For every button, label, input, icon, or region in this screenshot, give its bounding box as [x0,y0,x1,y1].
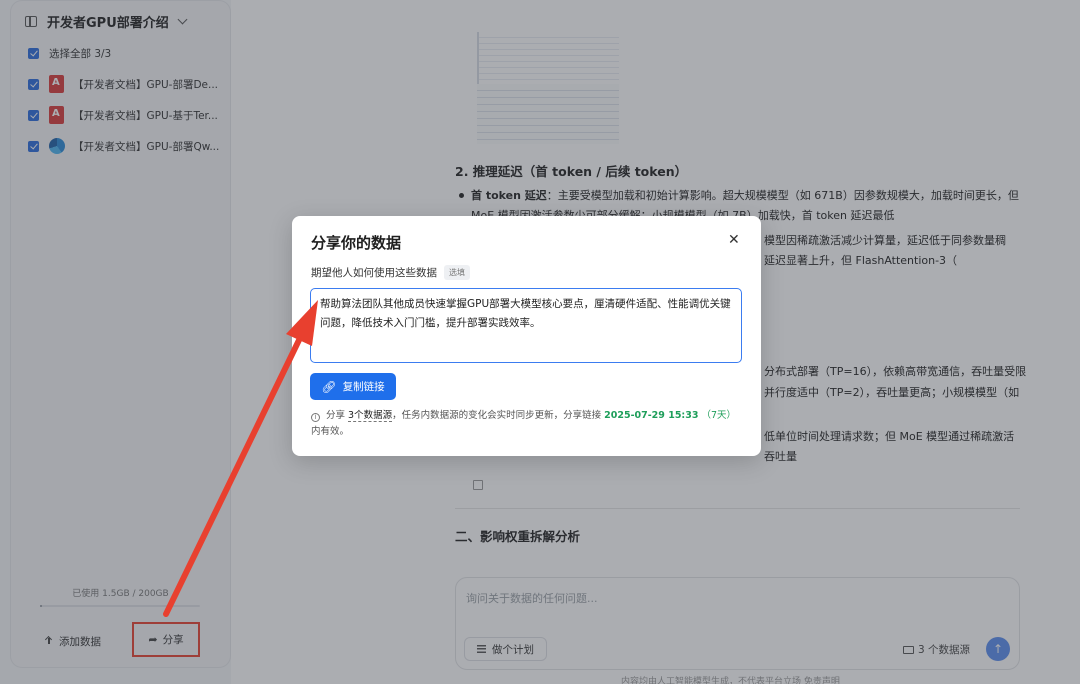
copy-link-label: 复制链接 [342,381,385,393]
usage-field-label: 期望他人如何使用这些数据 选填 [311,265,470,280]
data-sources-link[interactable]: 3个数据源 [348,410,393,422]
close-icon[interactable]: ✕ [728,233,740,247]
share-info-text: i 分享 3个数据源，任务内数据源的变化会实时同步更新，分享链接 2025-07-… [311,408,741,440]
usage-field-label-text: 期望他人如何使用这些数据 [311,267,437,279]
optional-badge: 选填 [444,265,470,280]
copy-link-button[interactable]: 🔗︎ 复制链接 [310,373,396,400]
expiry-date: 2025-07-29 15:33 [604,410,699,421]
link-icon: 🔗︎ [321,379,337,394]
usage-description-input[interactable] [310,288,742,363]
dialog-title: 分享你的数据 [311,234,402,252]
expiry-days: （7天） [701,410,737,421]
info-suffix: 内有效。 [311,426,350,437]
info-prefix: 分享 [326,410,346,421]
info-icon: i [311,413,320,422]
share-data-dialog: 分享你的数据 ✕ 期望他人如何使用这些数据 选填 🔗︎ 复制链接 i 分享 3个数… [292,216,761,456]
info-middle: ，任务内数据源的变化会实时同步更新，分享链接 [392,410,602,421]
